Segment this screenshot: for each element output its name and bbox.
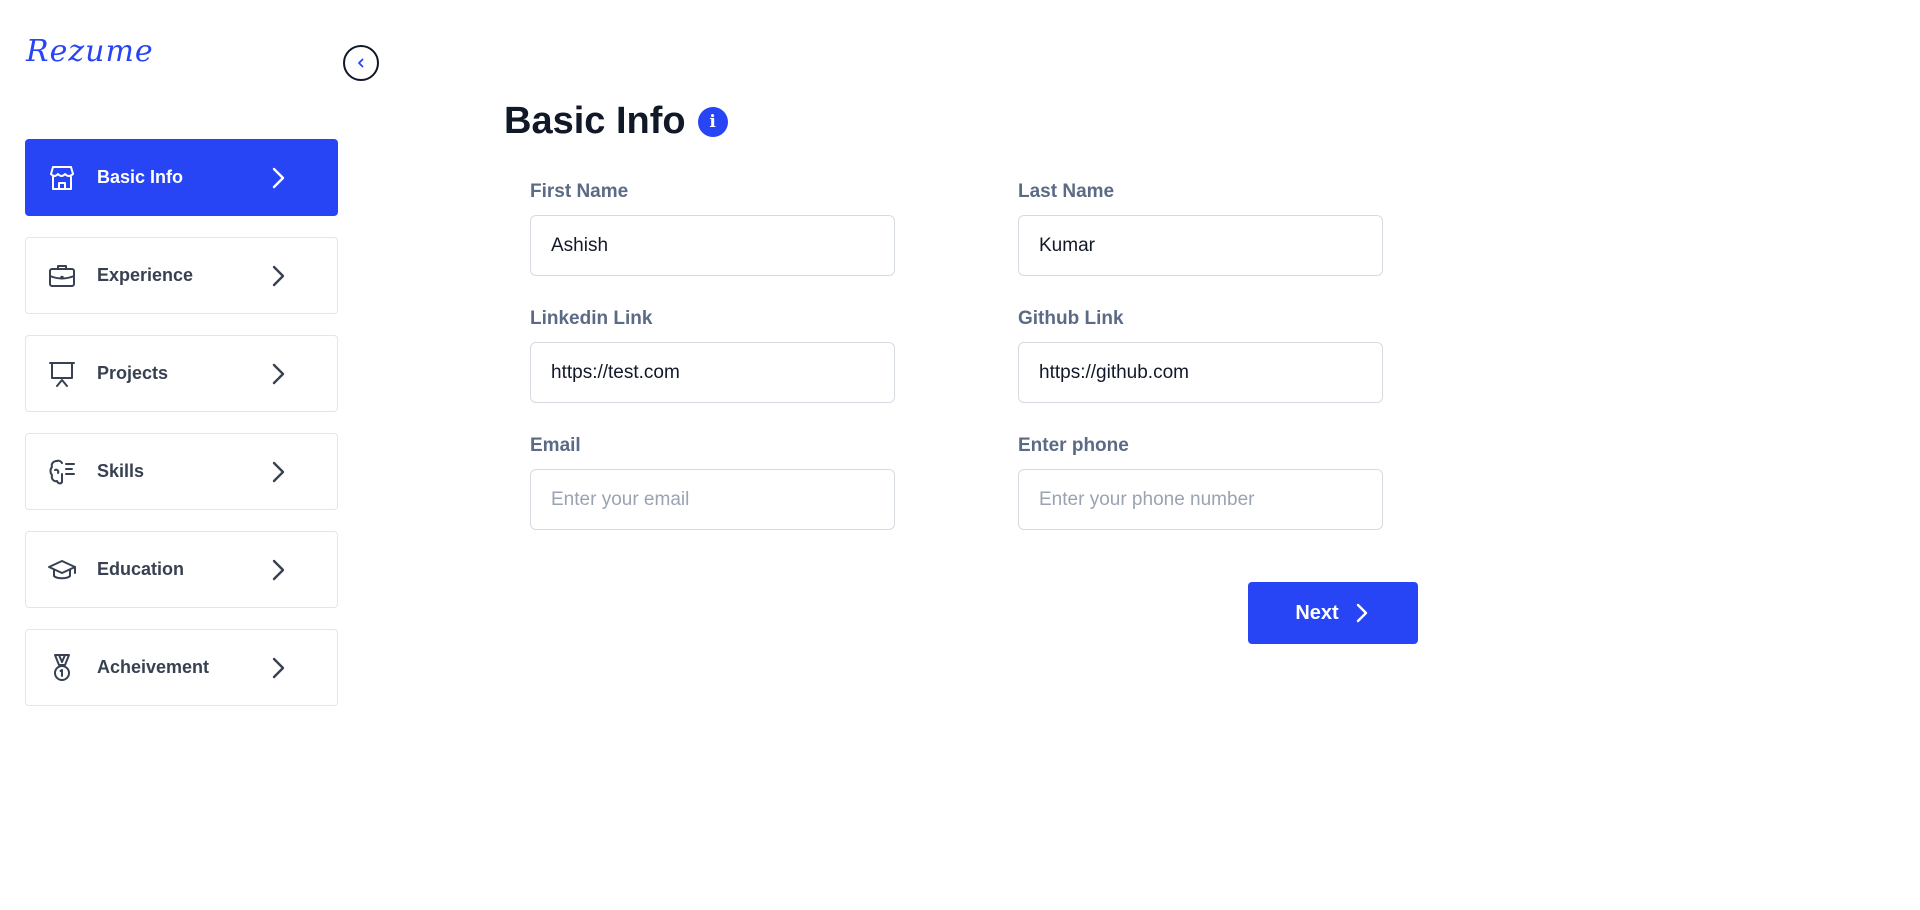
linkedin-link-input[interactable]	[530, 342, 895, 403]
sidebar-item-education[interactable]: Education	[25, 531, 338, 608]
chevron-right-icon	[272, 363, 285, 384]
last-name-field: Last Name	[1018, 181, 1383, 276]
sidebar-item-projects[interactable]: Projects	[25, 335, 338, 412]
sidebar-item-label: Basic Info	[97, 167, 184, 187]
sidebar-item-label: Education	[97, 559, 185, 579]
sidebar-item-acheivement[interactable]: Acheivement	[25, 629, 338, 706]
medal-icon	[54, 653, 70, 681]
sidebar-nav: Basic Info Experience Projects Skills Ed…	[25, 139, 338, 727]
briefcase-icon	[49, 264, 75, 287]
sidebar-item-skills[interactable]: Skills	[25, 433, 338, 510]
phone-field: Enter phone	[1018, 435, 1383, 530]
sidebar-item-basic-info[interactable]: Basic Info	[25, 139, 338, 216]
email-field: Email	[530, 435, 895, 530]
next-button[interactable]: Next	[1248, 582, 1418, 644]
linkedin-link-label: Linkedin Link	[530, 308, 653, 329]
chevron-right-icon	[272, 167, 285, 188]
email-input[interactable]	[530, 469, 895, 530]
github-link-label: Github Link	[1018, 308, 1124, 329]
sidebar-item-experience[interactable]: Experience	[25, 237, 338, 314]
phone-label: Enter phone	[1018, 435, 1129, 456]
store-icon	[50, 165, 74, 190]
linkedin-link-field: Linkedin Link	[530, 308, 895, 403]
first-name-input[interactable]	[530, 215, 895, 276]
chevron-right-icon	[1356, 603, 1367, 623]
app-logo: Rezume	[26, 34, 154, 69]
page-title-text: Basic Info	[504, 100, 686, 142]
collapse-sidebar-button[interactable]	[343, 45, 379, 81]
first-name-label: First Name	[530, 181, 629, 202]
chevron-right-icon	[272, 265, 285, 286]
phone-input[interactable]	[1018, 469, 1383, 530]
graduation-cap-icon	[48, 559, 76, 579]
basic-info-form-section: Basic Info i	[504, 100, 728, 143]
brain-icon	[49, 459, 75, 484]
sidebar-item-label: Experience	[97, 265, 194, 285]
github-link-input[interactable]	[1018, 342, 1383, 403]
last-name-label: Last Name	[1018, 181, 1115, 202]
chevron-right-icon	[272, 461, 285, 482]
next-button-label: Next	[1295, 601, 1339, 624]
page-title: Basic Info i	[504, 100, 728, 143]
sidebar-item-label: Projects	[97, 363, 169, 383]
first-name-field: First Name	[530, 181, 895, 276]
chevron-right-icon	[272, 559, 285, 580]
last-name-input[interactable]	[1018, 215, 1383, 276]
github-link-field: Github Link	[1018, 308, 1383, 403]
presentation-icon	[49, 361, 75, 387]
chevron-right-icon	[272, 657, 285, 678]
sidebar-item-label: Acheivement	[97, 657, 210, 677]
email-label: Email	[530, 435, 581, 456]
chevron-left-icon	[358, 58, 364, 68]
sidebar-item-label: Skills	[97, 461, 145, 481]
info-icon[interactable]: i	[697, 106, 728, 137]
